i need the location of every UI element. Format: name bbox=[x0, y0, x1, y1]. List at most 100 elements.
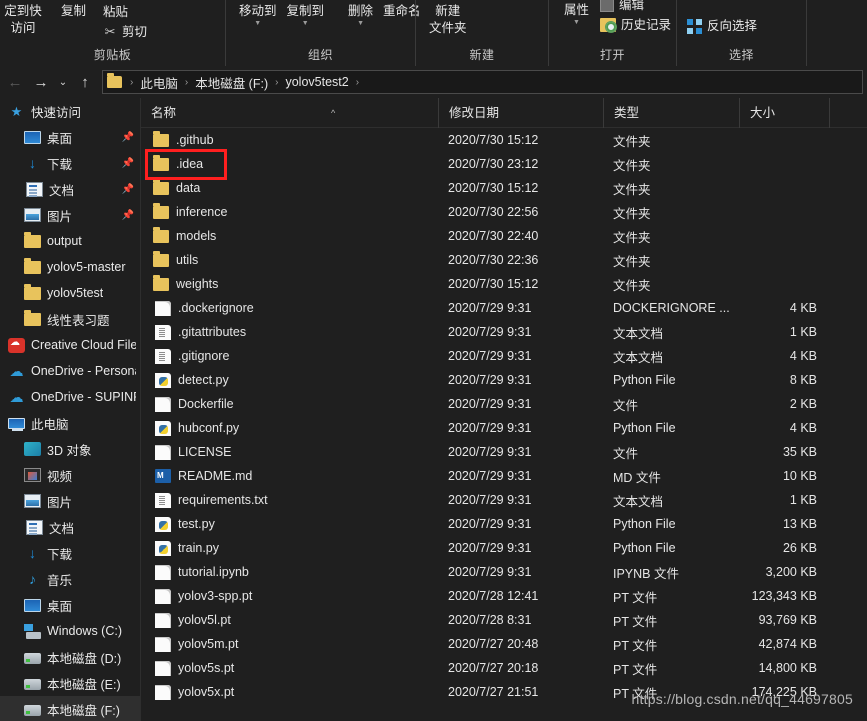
file-name-cell[interactable]: yolov3-spp.pt bbox=[141, 588, 438, 604]
move-to-button[interactable]: 移动到 ▼ bbox=[234, 2, 282, 27]
sidebar-item-线性表习题[interactable]: 线性表习题 bbox=[0, 306, 140, 332]
sidebar-item-快速访问[interactable]: ★ 快速访问 bbox=[0, 98, 140, 124]
sidebar-item-output[interactable]: output bbox=[0, 228, 140, 254]
column-header-date-modified[interactable]: 修改日期 bbox=[438, 97, 603, 128]
delete-button[interactable]: 删除 ▼ bbox=[343, 2, 378, 27]
navigation-pane[interactable]: ★ 快速访问 桌面 📌 ↓ 下载 📌 文档 📌 图片 📌 output yolov5-master yol… bbox=[0, 98, 140, 721]
file-name-cell[interactable]: requirements.txt bbox=[141, 492, 438, 508]
sidebar-item-此电脑[interactable]: 此电脑 bbox=[0, 410, 140, 436]
table-row[interactable]: Dockerfile 2020/7/29 9:31 文件 2 KB bbox=[141, 392, 867, 416]
column-header-type[interactable]: 类型 bbox=[603, 97, 739, 128]
file-name-cell[interactable]: train.py bbox=[141, 540, 438, 556]
table-row[interactable]: detect.py 2020/7/29 9:31 Python File 8 KB bbox=[141, 368, 867, 392]
forward-arrow-icon[interactable]: → bbox=[28, 69, 54, 95]
sidebar-item-3d-对象[interactable]: 3D 对象 bbox=[0, 436, 140, 462]
sidebar-item-文档[interactable]: 文档 bbox=[0, 514, 140, 540]
cut-button[interactable]: ✂ 剪切 bbox=[103, 22, 147, 42]
sidebar-item-creative-cloud-files[interactable]: Creative Cloud Files bbox=[0, 332, 140, 358]
table-row[interactable]: weights 2020/7/30 15:12 文件夹 bbox=[141, 272, 867, 296]
sidebar-item-windows-c-[interactable]: Windows (C:) bbox=[0, 618, 140, 644]
table-row[interactable]: yolov5l.pt 2020/7/28 8:31 PT 文件 93,769 KB bbox=[141, 608, 867, 632]
file-name-cell[interactable]: .dockerignore bbox=[141, 300, 438, 316]
new-folder-button[interactable]: 新建 文件夹 bbox=[424, 2, 472, 37]
table-row[interactable]: yolov5m.pt 2020/7/27 20:48 PT 文件 42,874 KB bbox=[141, 632, 867, 656]
file-name-cell[interactable]: .github bbox=[141, 131, 438, 147]
table-row[interactable]: .dockerignore 2020/7/29 9:31 DOCKERIGNORE … bbox=[141, 296, 867, 320]
table-row[interactable]: .gitignore 2020/7/29 9:31 文本文档 4 KB bbox=[141, 344, 867, 368]
sidebar-item-图片[interactable]: 图片 📌 bbox=[0, 202, 140, 228]
sidebar-item-本地磁盘-d-[interactable]: 本地磁盘 (D:) bbox=[0, 644, 140, 670]
sidebar-item-yolov5test[interactable]: yolov5test bbox=[0, 280, 140, 306]
file-name-cell[interactable]: .gitignore bbox=[141, 348, 438, 364]
pin-icon[interactable]: 📌 bbox=[122, 158, 134, 169]
back-arrow-icon[interactable]: ← bbox=[2, 69, 28, 95]
pin-icon[interactable]: 📌 bbox=[122, 184, 134, 195]
chevron-down-icon[interactable]: ⌄ bbox=[54, 69, 72, 95]
properties-button[interactable]: 属性 ▼ bbox=[559, 2, 594, 26]
table-row[interactable]: test.py 2020/7/29 9:31 Python File 13 KB bbox=[141, 512, 867, 536]
table-row[interactable]: data 2020/7/30 15:12 文件夹 bbox=[141, 176, 867, 200]
sidebar-item-onedrive-supinfo[interactable]: ☁ OneDrive - SUPINFO bbox=[0, 384, 140, 410]
breadcrumb-item-yolov5test2[interactable]: yolov5test2 bbox=[283, 75, 350, 89]
edit-button[interactable]: 编辑 bbox=[600, 0, 671, 12]
file-name-cell[interactable]: README.md bbox=[141, 469, 438, 483]
breadcrumb[interactable]: › 此电脑 › 本地磁盘 (F:) › yolov5test2 › bbox=[102, 70, 863, 94]
file-name-cell[interactable]: utils bbox=[141, 251, 438, 267]
sidebar-item-图片[interactable]: 图片 bbox=[0, 488, 140, 514]
file-name-cell[interactable]: Dockerfile bbox=[141, 396, 438, 412]
sidebar-item-桌面[interactable]: 桌面 bbox=[0, 592, 140, 618]
file-name-cell[interactable]: yolov5m.pt bbox=[141, 636, 438, 652]
invert-selection-button[interactable]: 反向选择 bbox=[687, 16, 757, 36]
table-row[interactable]: .github 2020/7/30 15:12 文件夹 bbox=[141, 128, 867, 152]
pin-icon[interactable]: 📌 bbox=[122, 132, 134, 143]
sidebar-item-文档[interactable]: 文档 📌 bbox=[0, 176, 140, 202]
file-name-cell[interactable]: tutorial.ipynb bbox=[141, 564, 438, 580]
file-name-cell[interactable]: LICENSE bbox=[141, 444, 438, 460]
table-row[interactable]: utils 2020/7/30 22:36 文件夹 bbox=[141, 248, 867, 272]
sidebar-item-桌面[interactable]: 桌面 📌 bbox=[0, 124, 140, 150]
file-name-cell[interactable]: hubconf.py bbox=[141, 420, 438, 436]
table-row[interactable]: inference 2020/7/30 22:56 文件夹 bbox=[141, 200, 867, 224]
file-name-cell[interactable]: inference bbox=[141, 203, 438, 219]
sidebar-item-本地磁盘-e-[interactable]: 本地磁盘 (E:) bbox=[0, 670, 140, 696]
file-name-cell[interactable]: test.py bbox=[141, 516, 438, 532]
breadcrumb-item-drive-f[interactable]: 本地磁盘 (F:) bbox=[193, 73, 270, 92]
breadcrumb-item-this-pc[interactable]: 此电脑 bbox=[138, 73, 180, 92]
table-row[interactable]: models 2020/7/30 22:40 文件夹 bbox=[141, 224, 867, 248]
file-name-cell[interactable]: yolov5s.pt bbox=[141, 660, 438, 676]
table-row[interactable]: LICENSE 2020/7/29 9:31 文件 35 KB bbox=[141, 440, 867, 464]
table-row[interactable]: requirements.txt 2020/7/29 9:31 文本文档 1 KB bbox=[141, 488, 867, 512]
pin-icon[interactable]: 📌 bbox=[122, 210, 134, 221]
copy-to-button[interactable]: 复制到 ▼ bbox=[282, 2, 330, 27]
sidebar-item-本地磁盘-f-[interactable]: 本地磁盘 (F:) bbox=[0, 696, 140, 721]
file-list-rows[interactable]: .github 2020/7/30 15:12 文件夹 .idea 2020/7/30 … bbox=[141, 128, 867, 704]
table-row[interactable]: train.py 2020/7/29 9:31 Python File 26 KB bbox=[141, 536, 867, 560]
sidebar-item-音乐[interactable]: ♪ 音乐 bbox=[0, 566, 140, 592]
file-name-cell[interactable]: weights bbox=[141, 275, 438, 291]
file-name-cell[interactable]: yolov5l.pt bbox=[141, 612, 438, 628]
up-arrow-icon[interactable]: ↑ bbox=[72, 69, 98, 95]
file-name-cell[interactable]: data bbox=[141, 179, 438, 195]
file-name-cell[interactable]: .gitattributes bbox=[141, 324, 438, 340]
sidebar-item-onedrive-personal[interactable]: ☁ OneDrive - Personal bbox=[0, 358, 140, 384]
table-row[interactable]: .gitattributes 2020/7/29 9:31 文本文档 1 KB bbox=[141, 320, 867, 344]
copy-button[interactable]: 复制 bbox=[56, 2, 91, 20]
pin-to-quick-access-button[interactable]: 定到快 访问 bbox=[0, 2, 54, 37]
table-row[interactable]: yolov5s.pt 2020/7/27 20:18 PT 文件 14,800 KB bbox=[141, 656, 867, 680]
file-name-cell[interactable]: detect.py bbox=[141, 372, 438, 388]
file-name-cell[interactable]: .idea bbox=[141, 155, 438, 171]
table-row[interactable]: tutorial.ipynb 2020/7/29 9:31 IPYNB 文件 3,20… bbox=[141, 560, 867, 584]
history-button[interactable]: 历史记录 bbox=[600, 15, 671, 35]
column-header-name[interactable]: 名称 ^ bbox=[141, 98, 438, 128]
file-name-cell[interactable]: yolov5x.pt bbox=[141, 684, 438, 700]
sidebar-item-下载[interactable]: ↓ 下载 bbox=[0, 540, 140, 566]
column-header-size[interactable]: 大小 bbox=[739, 97, 829, 128]
table-row[interactable]: README.md 2020/7/29 9:31 MD 文件 10 KB bbox=[141, 464, 867, 488]
table-row[interactable]: yolov3-spp.pt 2020/7/28 12:41 PT 文件 123,343… bbox=[141, 584, 867, 608]
table-row[interactable]: .idea 2020/7/30 23:12 文件夹 bbox=[141, 152, 867, 176]
file-name-cell[interactable]: models bbox=[141, 227, 438, 243]
table-row[interactable]: hubconf.py 2020/7/29 9:31 Python File 4 KB bbox=[141, 416, 867, 440]
paste-button[interactable]: 粘贴 bbox=[103, 2, 147, 22]
sidebar-item-yolov5-master[interactable]: yolov5-master bbox=[0, 254, 140, 280]
sidebar-item-下载[interactable]: ↓ 下载 📌 bbox=[0, 150, 140, 176]
